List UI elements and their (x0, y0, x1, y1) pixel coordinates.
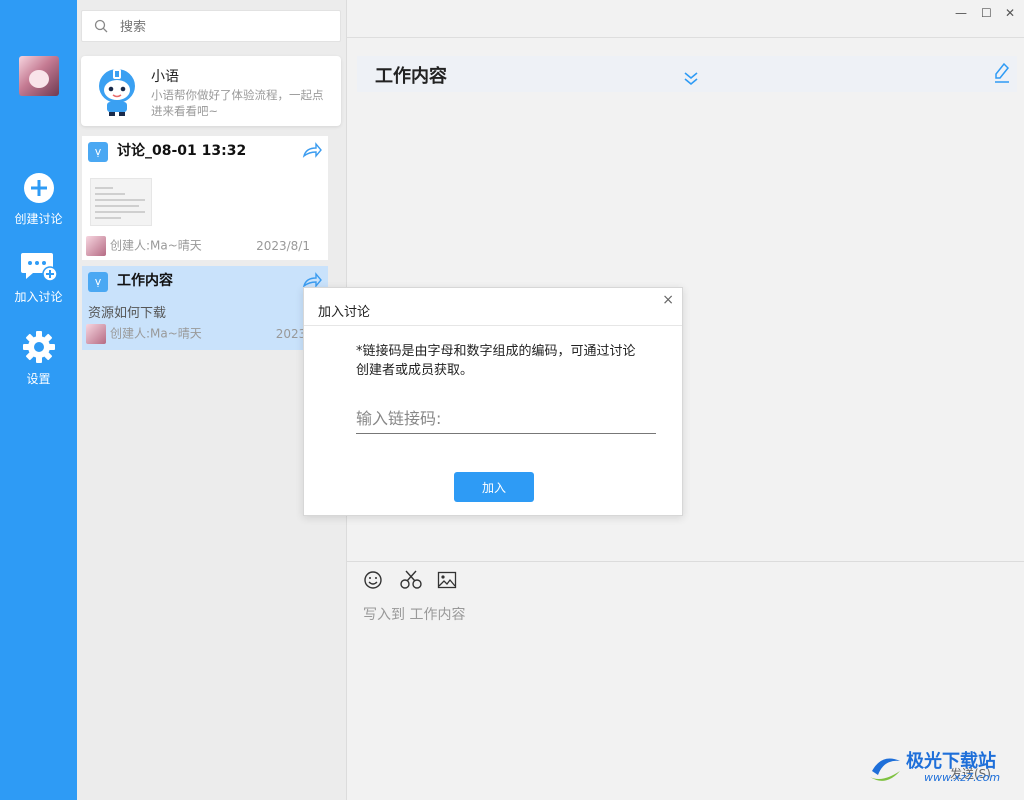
create-discussion-button[interactable]: 创建讨论 (0, 172, 77, 227)
robot-mascot-icon (99, 69, 135, 116)
settings-label: 设置 (26, 372, 51, 386)
plus-circle-icon (23, 173, 54, 203)
discussion-icon: ṿ (88, 142, 108, 162)
user-avatar[interactable] (19, 56, 59, 96)
creator-name: 创建人:Ma~晴天 (110, 326, 202, 341)
discussion-icon: ṿ (88, 272, 108, 292)
watermark-text: 极光下载站 (906, 751, 996, 772)
dialog-description: *链接码是由字母和数字组成的编码，可通过讨论创建者或成员获取。 (356, 344, 636, 378)
discussion-title: 工作内容 (117, 273, 173, 289)
link-code-input[interactable] (356, 404, 656, 434)
creator-avatar (86, 324, 106, 344)
search-icon (94, 19, 108, 33)
dialog-title: 加入讨论 (318, 305, 371, 320)
window-titlebar: — ☐ ✕ (347, 0, 1024, 38)
creator-avatar (86, 236, 106, 256)
join-discussion-label: 加入讨论 (14, 290, 63, 304)
join-discussion-dialog: 加入讨论 × *链接码是由字母和数字组成的编码，可通过讨论创建者或成员获取。 加… (303, 287, 683, 516)
chat-header: 工作内容 (357, 56, 1017, 92)
double-chevron-down-icon[interactable] (683, 70, 699, 86)
settings-button[interactable]: 设置 (0, 330, 77, 387)
discussion-item[interactable]: ṿ 讨论_08-01 13:32 创建人:Ma~晴天 2023/8/1 (82, 136, 328, 260)
discussion-date: 2023/8/1 (256, 239, 310, 253)
search-input[interactable] (120, 17, 320, 37)
discussion-item-selected[interactable]: ṿ 工作内容 资源如何下载 创建人:Ma~晴天 2023/8/ (82, 266, 328, 350)
edit-pen-icon[interactable] (993, 62, 1011, 84)
image-icon[interactable] (437, 570, 457, 590)
scissors-icon[interactable] (399, 570, 423, 590)
search-box[interactable] (81, 10, 341, 42)
assistant-card[interactable]: 小语 小语帮你做好了体验流程，一起点进来看看吧~ (81, 56, 341, 126)
minimize-icon[interactable]: — (955, 6, 967, 20)
create-discussion-label: 创建讨论 (14, 212, 63, 226)
join-button[interactable]: 加入 (454, 472, 534, 502)
share-arrow-icon[interactable] (302, 272, 322, 288)
creator-name: 创建人:Ma~晴天 (110, 238, 202, 253)
emoji-icon[interactable] (363, 570, 383, 590)
discussion-last-message: 资源如何下载 (88, 306, 167, 321)
assistant-description: 小语帮你做好了体验流程，一起点进来看看吧~ (151, 88, 324, 118)
join-discussion-button[interactable]: 加入讨论 (0, 250, 77, 305)
discussion-creator: 创建人:Ma~晴天 (86, 236, 202, 256)
chat-title: 工作内容 (375, 66, 447, 87)
watermark-logo: 极光下载站 www.xz7.com (866, 745, 1016, 791)
share-arrow-icon[interactable] (302, 142, 322, 158)
message-input[interactable]: 写入到 工作内容 (363, 604, 465, 624)
discussion-creator: 创建人:Ma~晴天 (86, 324, 202, 344)
discussion-title: 讨论_08-01 13:32 (117, 143, 247, 159)
dialog-header: 加入讨论 × (304, 288, 682, 326)
aurora-logo-icon (870, 758, 900, 781)
nav-bar: 创建讨论 加入讨论 设置 (0, 0, 77, 800)
assistant-title: 小语 (151, 69, 179, 85)
maximize-icon[interactable]: ☐ (981, 6, 992, 20)
discussion-thumbnail (90, 178, 152, 226)
gear-icon (22, 331, 55, 363)
close-window-icon[interactable]: ✕ (1005, 6, 1015, 20)
close-icon[interactable]: × (662, 292, 674, 308)
chat-add-icon (20, 253, 58, 282)
watermark-url: www.xz7.com (924, 771, 1001, 784)
